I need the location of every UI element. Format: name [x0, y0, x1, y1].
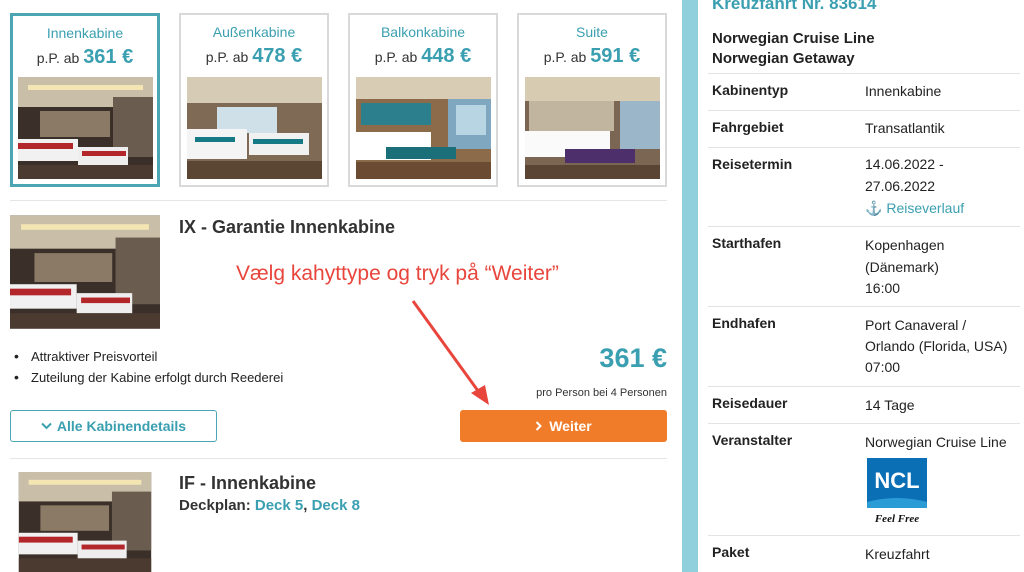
anchor-icon: ⚓: [865, 200, 883, 216]
cabin-type-selector: Innenkabine p.P. ab 361 € Außenkabine p.…: [10, 13, 667, 187]
divider: [10, 458, 667, 459]
cabin-photo: [356, 77, 491, 179]
cabin-card-price: 361 €: [83, 46, 134, 68]
price-prefix: p.P. ab: [543, 49, 587, 65]
info-value: 07:00: [865, 359, 901, 375]
info-row-paket: Paket Kreuzfahrt: [708, 535, 1020, 572]
info-row-fahrgebiet: Fahrgebiet Transatlantik: [708, 110, 1020, 147]
info-value: Innenkabine: [865, 83, 942, 99]
chevron-right-icon: [536, 421, 543, 431]
cabin-card-title: Balkonkabine: [380, 24, 466, 40]
deckplan-label: Deckplan:: [179, 497, 251, 514]
info-value: Port Canaveral /: [865, 317, 967, 333]
cabin-card-price-row: p.P. ab 591 €: [519, 46, 665, 67]
offer-cabin-photo: [10, 215, 160, 329]
info-value: 27.06.2022: [865, 178, 936, 194]
info-row-starthafen: Starthafen Kopenhagen (Dänemark) 16:00: [708, 226, 1020, 306]
cabin-card-price: 591 €: [590, 45, 641, 67]
info-value: 14 Tage: [865, 397, 915, 413]
annotation-arrow-icon: [411, 300, 489, 405]
ncl-tagline: Feel Free: [874, 513, 919, 525]
info-label: Reisetermin: [712, 156, 793, 172]
info-label: Paket: [712, 544, 750, 560]
info-value: 14.06.2022 -: [865, 156, 944, 172]
cabin-card-price-row: p.P. ab 448 €: [350, 46, 496, 67]
info-label: Endhafen: [712, 315, 776, 331]
ncl-logo-text: NCL: [874, 468, 919, 493]
feature-item: Attraktiver Preisvorteil: [14, 346, 283, 367]
cabin-card-price-row: p.P. ab 478 €: [181, 46, 327, 67]
panel-separator: [682, 0, 698, 572]
deck-link[interactable]: Deck 5: [255, 497, 303, 514]
cabin-card-title: Innenkabine: [46, 25, 124, 41]
button-label: Alle Kabinendetails: [56, 418, 187, 434]
button-label: Weiter: [549, 418, 592, 434]
info-row-kabinentyp: Kabinentyp Innenkabine: [708, 73, 1020, 110]
price-prefix: p.P. ab: [205, 49, 249, 65]
info-label: Reisedauer: [712, 395, 788, 411]
info-row-reisedauer: Reisedauer 14 Tage: [708, 386, 1020, 423]
price-prefix: p.P. ab: [374, 49, 418, 65]
offer-title: IF - Innenkabine: [179, 473, 317, 493]
cabin-card-suite[interactable]: Suite p.P. ab 591 €: [517, 13, 667, 187]
info-value: Kreuzfahrt: [865, 546, 930, 562]
cabin-photo: [18, 77, 153, 179]
all-cabin-details-button[interactable]: Alle Kabinendetails: [10, 410, 217, 442]
info-row-reisetermin: Reisetermin 14.06.2022 - 27.06.2022 ⚓ Re…: [708, 147, 1020, 226]
feature-item: Zuteilung der Kabine erfolgt durch Reede…: [14, 367, 283, 388]
cabin-card-aussenkabine[interactable]: Außenkabine p.P. ab 478 €: [179, 13, 329, 187]
price-note: pro Person bei 4 Personen: [536, 387, 667, 399]
weiter-button[interactable]: Weiter: [460, 410, 667, 442]
info-label: Kabinentyp: [712, 82, 789, 98]
ncl-logo-icon: NCL Feel Free: [867, 458, 927, 525]
offer-title: IX - Garantie Innenkabine: [179, 217, 396, 237]
info-row-endhafen: Endhafen Port Canaveral / Orlando (Flori…: [708, 306, 1020, 386]
info-value: Transatlantik: [865, 120, 945, 136]
ship-name: Norwegian Getaway: [712, 50, 855, 67]
cabin-card-price: 478 €: [252, 45, 303, 67]
cruise-summary-panel: Kreuzfahrt Nr. 83614 Norwegian Cruise Li…: [698, 0, 1024, 572]
route-link-label: Reiseverlauf: [886, 200, 965, 216]
info-value: (Dänemark): [865, 259, 939, 275]
deck-separator: ,: [303, 497, 308, 514]
divider: [10, 200, 667, 201]
info-label: Veranstalter: [712, 432, 793, 448]
info-value: Kopenhagen: [865, 237, 945, 253]
cabin-card-price: 448 €: [421, 45, 472, 67]
cabin-card-balkonkabine[interactable]: Balkonkabine p.P. ab 448 €: [348, 13, 498, 187]
offer-features: Attraktiver Preisvorteil Zuteilung der K…: [14, 346, 283, 388]
info-value: Orlando (Florida, USA): [865, 338, 1008, 354]
deck-link[interactable]: Deck 8: [312, 497, 360, 514]
deckplan: Deckplan: Deck 5, Deck 8: [179, 497, 360, 514]
cruise-number-heading: Kreuzfahrt Nr. 83614: [712, 0, 877, 13]
reiseverlauf-link[interactable]: ⚓ Reiseverlauf: [865, 198, 964, 219]
info-row-veranstalter: Veranstalter Norwegian Cruise Line: [708, 423, 1020, 535]
price-prefix: p.P. ab: [36, 50, 80, 66]
cabin-photo: [187, 77, 322, 179]
cabin-card-innenkabine[interactable]: Innenkabine p.P. ab 361 €: [10, 13, 160, 187]
chevron-down-icon: [41, 422, 52, 430]
offer-cabin-photo: [10, 472, 160, 572]
cabin-photo: [525, 77, 660, 179]
cruise-line-name: Norwegian Cruise Line: [712, 30, 875, 47]
info-value: 16:00: [865, 280, 901, 296]
offer-price: 361 €: [599, 343, 667, 373]
instruction-annotation: Vælg kahyttype og tryk på “Weiter”: [236, 262, 559, 285]
cabin-card-title: Suite: [576, 24, 608, 40]
info-value: Norwegian Cruise Line: [865, 434, 1007, 450]
cabin-card-title: Außenkabine: [212, 24, 296, 40]
info-label: Fahrgebiet: [712, 119, 784, 135]
route-link[interactable]: ⚓ Reiseverlauf: [865, 200, 964, 216]
info-label: Starthafen: [712, 235, 782, 251]
cabin-card-price-row: p.P. ab 361 €: [13, 47, 157, 68]
